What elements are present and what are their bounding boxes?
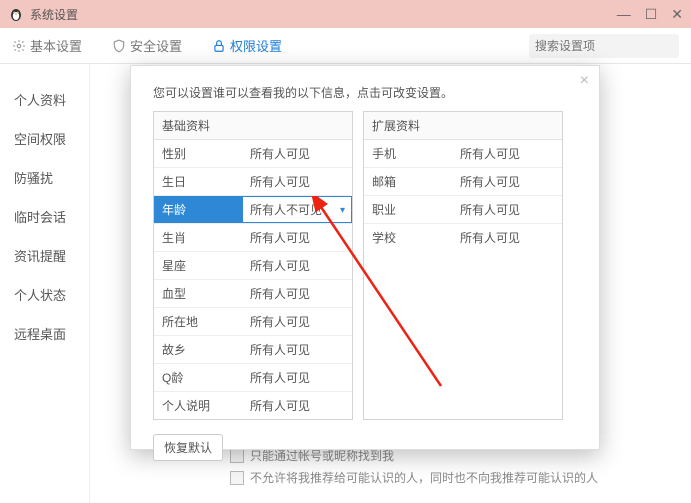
field-name: Q龄: [154, 364, 242, 391]
penguin-icon: [8, 6, 24, 22]
table-row[interactable]: 生肖所有人可见: [154, 224, 352, 252]
tab-label: 安全设置: [130, 36, 182, 55]
field-visibility[interactable]: 所有人可见: [242, 392, 352, 419]
table-header: 扩展资料: [364, 112, 562, 140]
field-visibility[interactable]: 所有人可见: [242, 168, 352, 195]
sidebar: 个人资料 空间权限 防骚扰 临时会话 资讯提醒 个人状态 远程桌面: [0, 64, 90, 503]
table-row[interactable]: 个人说明所有人可见: [154, 392, 352, 419]
table-header: 基础资料: [154, 112, 352, 140]
dialog-close-icon[interactable]: ×: [580, 72, 589, 90]
window-controls: — ☐ ✕: [617, 6, 683, 23]
field-name: 手机: [364, 140, 452, 167]
field-name: 年龄: [154, 196, 242, 223]
window-title: 系统设置: [30, 6, 78, 23]
sidebar-item-news[interactable]: 资讯提醒: [0, 236, 89, 275]
checkbox-icon[interactable]: [230, 471, 244, 485]
table-row[interactable]: 性别所有人可见: [154, 140, 352, 168]
tab-permissions[interactable]: 权限设置: [212, 36, 282, 55]
chevron-down-icon: ▾: [340, 205, 345, 216]
field-name: 邮箱: [364, 168, 452, 195]
tab-security[interactable]: 安全设置: [112, 36, 182, 55]
field-visibility[interactable]: 所有人可见: [452, 168, 562, 195]
table-row[interactable]: 年龄所有人不可见▾: [154, 196, 352, 224]
basic-info-table: 基础资料 性别所有人可见生日所有人可见年龄所有人不可见▾生肖所有人可见星座所有人…: [153, 111, 353, 420]
field-visibility[interactable]: 所有人不可见▾: [242, 196, 352, 223]
field-visibility[interactable]: 所有人可见: [452, 224, 562, 251]
extended-info-table: 扩展资料 手机所有人可见邮箱所有人可见职业所有人可见学校所有人可见: [363, 111, 563, 420]
sidebar-item-antiharass[interactable]: 防骚扰: [0, 158, 89, 197]
search-input[interactable]: [535, 39, 690, 53]
toolbar: 基本设置 安全设置 权限设置 🔍: [0, 28, 691, 64]
field-visibility[interactable]: 所有人可见: [242, 336, 352, 363]
gear-icon: [12, 39, 26, 53]
title-bar: 系统设置 — ☐ ✕: [0, 0, 691, 28]
table-row[interactable]: 星座所有人可见: [154, 252, 352, 280]
sidebar-item-profile[interactable]: 个人资料: [0, 80, 89, 119]
field-name: 故乡: [154, 336, 242, 363]
table-row[interactable]: 血型所有人可见: [154, 280, 352, 308]
search-container: 🔍: [529, 34, 679, 58]
table-row[interactable]: 所在地所有人可见: [154, 308, 352, 336]
field-name: 生肖: [154, 224, 242, 251]
sidebar-item-remote[interactable]: 远程桌面: [0, 314, 89, 353]
field-name: 学校: [364, 224, 452, 251]
restore-default-button[interactable]: 恢复默认: [153, 434, 223, 461]
sidebar-item-tempsession[interactable]: 临时会话: [0, 197, 89, 236]
shield-icon: [112, 39, 126, 53]
field-visibility[interactable]: 所有人可见: [242, 308, 352, 335]
sidebar-item-status[interactable]: 个人状态: [0, 275, 89, 314]
sidebar-item-space[interactable]: 空间权限: [0, 119, 89, 158]
table-row[interactable]: 职业所有人可见: [364, 196, 562, 224]
field-name: 性别: [154, 140, 242, 167]
visibility-dialog: × 您可以设置谁可以查看我的以下信息，点击可改变设置。 基础资料 性别所有人可见…: [130, 65, 600, 450]
table-row[interactable]: 学校所有人可见: [364, 224, 562, 251]
tab-basic[interactable]: 基本设置: [12, 36, 82, 55]
maximize-icon[interactable]: ☐: [645, 6, 658, 23]
lock-icon: [212, 39, 226, 53]
dialog-intro: 您可以设置谁可以查看我的以下信息，点击可改变设置。: [153, 84, 577, 101]
table-row[interactable]: Q龄所有人可见: [154, 364, 352, 392]
field-visibility[interactable]: 所有人可见: [452, 140, 562, 167]
tab-label: 基本设置: [30, 36, 82, 55]
table-row[interactable]: 生日所有人可见: [154, 168, 352, 196]
table-row[interactable]: 手机所有人可见: [364, 140, 562, 168]
field-visibility[interactable]: 所有人可见: [452, 196, 562, 223]
field-visibility[interactable]: 所有人可见: [242, 224, 352, 251]
field-name: 职业: [364, 196, 452, 223]
field-name: 血型: [154, 280, 242, 307]
close-icon[interactable]: ✕: [671, 6, 683, 23]
restore-container: 恢复默认: [153, 434, 577, 461]
field-visibility[interactable]: 所有人可见: [242, 364, 352, 391]
field-visibility[interactable]: 所有人可见: [242, 140, 352, 167]
table-row[interactable]: 故乡所有人可见: [154, 336, 352, 364]
tab-label: 权限设置: [230, 36, 282, 55]
field-name: 个人说明: [154, 392, 242, 419]
table-row[interactable]: 邮箱所有人可见: [364, 168, 562, 196]
field-name: 所在地: [154, 308, 242, 335]
field-visibility[interactable]: 所有人可见: [242, 280, 352, 307]
field-name: 星座: [154, 252, 242, 279]
option-label: 不允许将我推荐给可能认识的人，同时也不向我推荐可能认识的人: [250, 471, 598, 485]
field-visibility[interactable]: 所有人可见: [242, 252, 352, 279]
minimize-icon[interactable]: —: [617, 6, 631, 23]
field-name: 生日: [154, 168, 242, 195]
